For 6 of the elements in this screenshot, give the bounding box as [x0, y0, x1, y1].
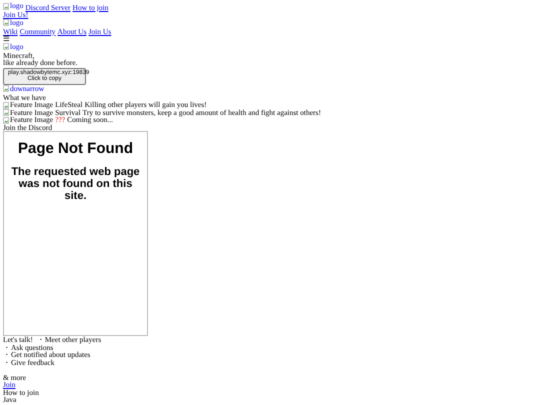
embed-title: Page Not Found: [17, 140, 134, 158]
broken-image-icon: [3, 85, 9, 92]
broken-image-icon: [3, 43, 9, 50]
broken-image-icon: [3, 2, 9, 10]
broken-image-icon: [3, 19, 9, 26]
embed-message: The requested web page was not found on this site.: [10, 166, 141, 202]
